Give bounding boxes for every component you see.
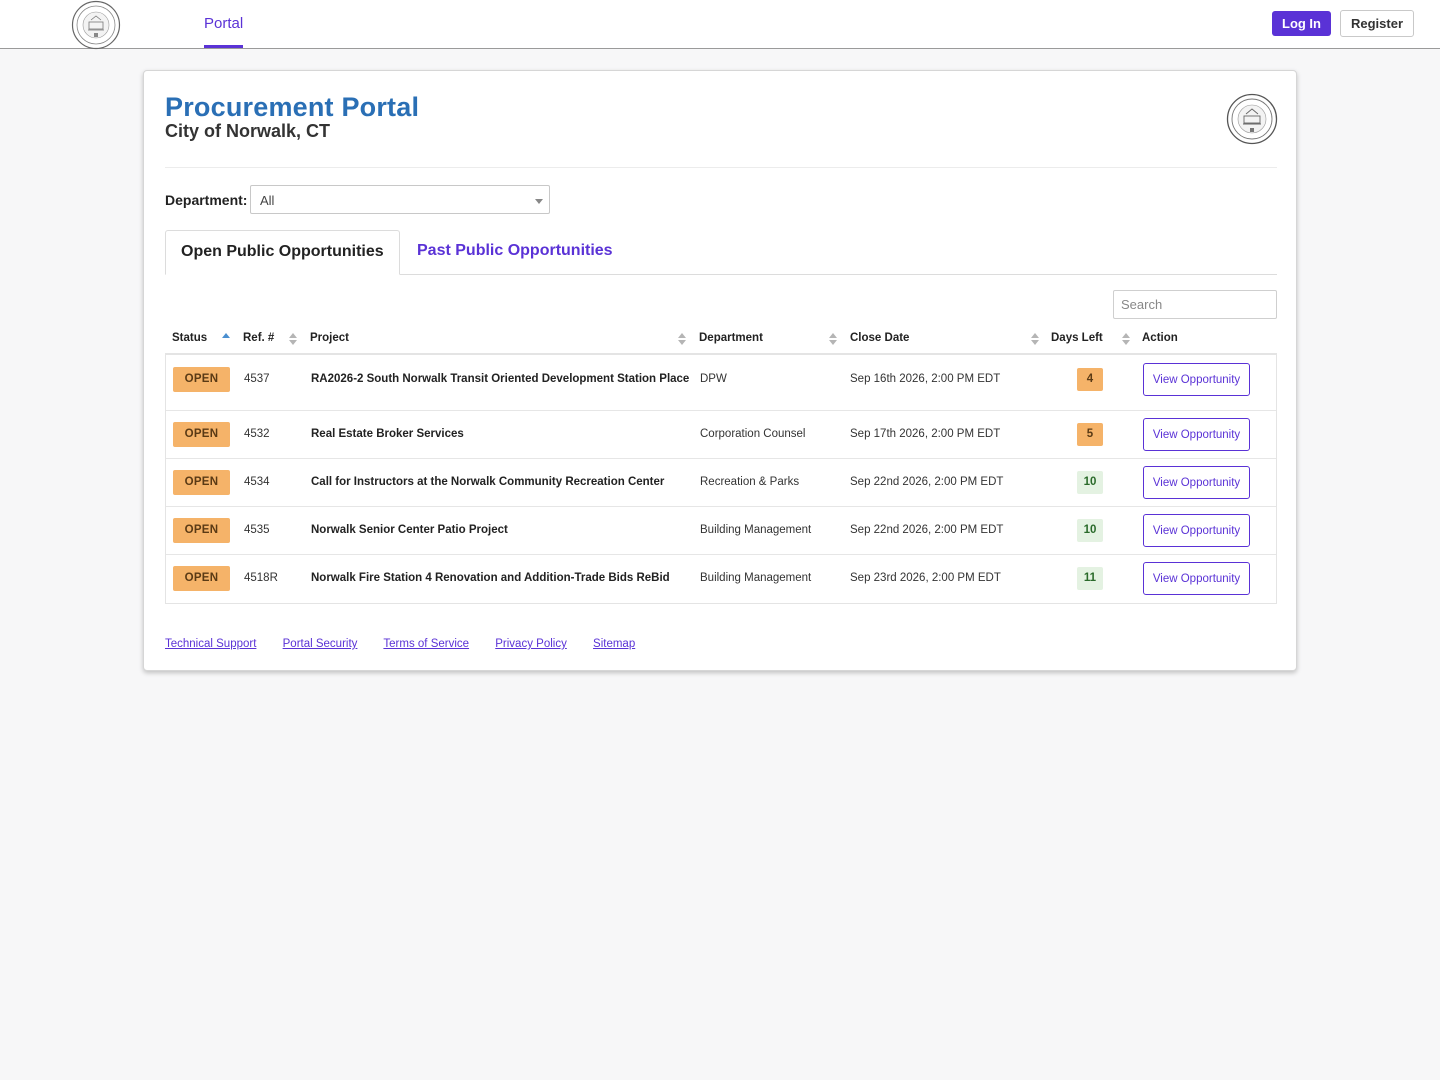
sort-icon[interactable] — [1122, 333, 1130, 347]
project-name: Call for Instructors at the Norwalk Comm… — [311, 476, 665, 488]
close-date: Sep 22nd 2026, 2:00 PM EDT — [850, 476, 1004, 488]
department-name: Corporation Counsel — [700, 428, 806, 440]
column-header-status[interactable]: Status — [172, 324, 207, 353]
status-badge: OPEN — [173, 422, 230, 447]
city-seal-logo — [1226, 93, 1278, 145]
view-opportunity-button[interactable]: View Opportunity — [1143, 363, 1250, 396]
table-row: OPEN 4532 Real Estate Broker Services Co… — [166, 411, 1276, 459]
top-nav-bar: Portal Log In Register — [0, 0, 1440, 50]
close-date: Sep 23rd 2026, 2:00 PM EDT — [850, 572, 1001, 584]
status-badge: OPEN — [173, 518, 230, 543]
main-card: Procurement Portal City of Norwalk, CT D… — [143, 70, 1297, 671]
view-opportunity-button[interactable]: View Opportunity — [1143, 562, 1250, 595]
days-left-badge: 4 — [1077, 368, 1103, 391]
chevron-down-icon — [535, 199, 543, 204]
table-row: OPEN 4518R Norwalk Fire Station 4 Renova… — [166, 555, 1276, 603]
sort-icon[interactable] — [1031, 333, 1039, 347]
close-date: Sep 22nd 2026, 2:00 PM EDT — [850, 524, 1004, 536]
project-name: Norwalk Senior Center Patio Project — [311, 524, 508, 536]
tab-past-opportunities[interactable]: Past Public Opportunities — [417, 230, 613, 275]
ref-number: 4537 — [244, 373, 270, 385]
table-body: OPEN 4537 RA2026-2 South Norwalk Transit… — [165, 355, 1277, 604]
status-badge: OPEN — [173, 470, 230, 495]
footer-link-terms-of-service[interactable]: Terms of Service — [383, 638, 469, 650]
close-date: Sep 17th 2026, 2:00 PM EDT — [850, 428, 1001, 440]
footer-links: Technical Support Portal Security Terms … — [165, 638, 658, 650]
table-header: Status Ref. # Project Department Close D… — [165, 324, 1277, 355]
sort-icon[interactable] — [678, 333, 686, 347]
department-select-value: All — [260, 193, 275, 208]
ref-number: 4532 — [244, 428, 270, 440]
nav-tab-portal[interactable]: Portal — [204, 0, 244, 48]
department-name: Recreation & Parks — [700, 476, 800, 488]
view-opportunity-button[interactable]: View Opportunity — [1143, 466, 1250, 499]
column-header-days-left[interactable]: Days Left — [1051, 324, 1103, 353]
city-seal-logo[interactable] — [71, 0, 121, 50]
page-title: Procurement Portal — [165, 92, 420, 122]
register-button[interactable]: Register — [1340, 10, 1414, 37]
column-header-department[interactable]: Department — [699, 324, 763, 353]
ref-number: 4534 — [244, 476, 270, 488]
footer-link-sitemap[interactable]: Sitemap — [593, 638, 635, 650]
table-row: OPEN 4537 RA2026-2 South Norwalk Transit… — [166, 355, 1276, 411]
sort-asc-icon[interactable] — [222, 333, 230, 347]
close-date: Sep 16th 2026, 2:00 PM EDT — [850, 373, 1001, 385]
table-row: OPEN 4535 Norwalk Senior Center Patio Pr… — [166, 507, 1276, 555]
sort-icon[interactable] — [289, 333, 297, 347]
header-divider — [165, 167, 1277, 168]
status-badge: OPEN — [173, 367, 230, 392]
search-input[interactable] — [1113, 290, 1277, 319]
page-subtitle: City of Norwalk, CT — [165, 121, 331, 141]
column-header-ref[interactable]: Ref. # — [243, 324, 274, 353]
department-name: Building Management — [700, 524, 812, 536]
view-opportunity-button[interactable]: View Opportunity — [1143, 514, 1250, 547]
project-name: Real Estate Broker Services — [311, 428, 464, 440]
ref-number: 4518R — [244, 572, 278, 584]
footer-link-portal-security[interactable]: Portal Security — [283, 638, 358, 650]
ref-number: 4535 — [244, 524, 270, 536]
login-button[interactable]: Log In — [1272, 11, 1331, 36]
department-name: DPW — [700, 373, 727, 385]
department-label: Department: — [165, 192, 248, 208]
tab-open-opportunities[interactable]: Open Public Opportunities — [165, 230, 400, 275]
project-name: RA2026-2 South Norwalk Transit Oriented … — [311, 373, 690, 385]
footer-link-privacy-policy[interactable]: Privacy Policy — [495, 638, 567, 650]
days-left-badge: 10 — [1077, 519, 1103, 542]
days-left-badge: 5 — [1077, 423, 1103, 446]
footer-link-technical-support[interactable]: Technical Support — [165, 638, 256, 650]
view-opportunity-button[interactable]: View Opportunity — [1143, 418, 1250, 451]
column-header-close-date[interactable]: Close Date — [850, 324, 909, 353]
status-badge: OPEN — [173, 566, 230, 591]
department-name: Building Management — [700, 572, 812, 584]
column-header-action: Action — [1142, 332, 1178, 344]
days-left-badge: 10 — [1077, 471, 1103, 494]
column-header-project[interactable]: Project — [310, 324, 349, 353]
project-name: Norwalk Fire Station 4 Renovation and Ad… — [311, 572, 670, 584]
days-left-badge: 11 — [1077, 567, 1103, 590]
sort-icon[interactable] — [829, 333, 837, 347]
table-row: OPEN 4534 Call for Instructors at the No… — [166, 459, 1276, 507]
department-select[interactable]: All — [250, 185, 550, 214]
